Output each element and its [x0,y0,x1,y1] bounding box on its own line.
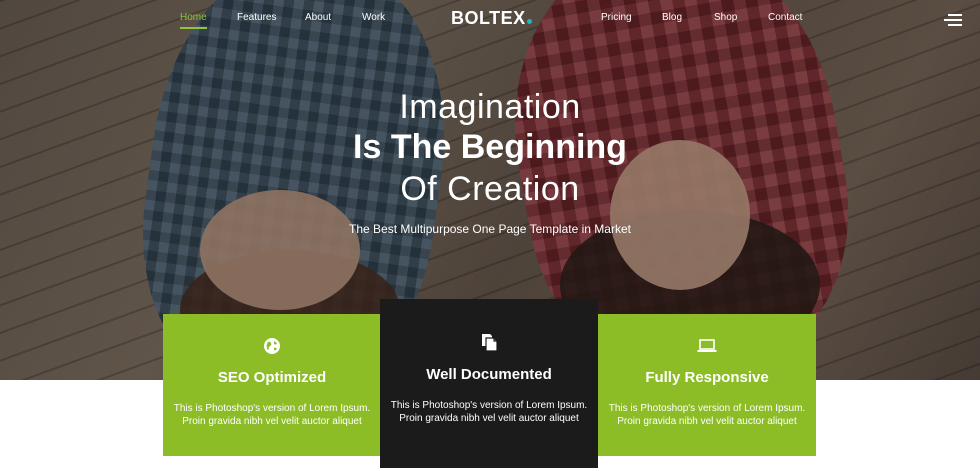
brand-dot-icon [526,19,532,24]
feature-card-seo: SEO Optimized This is Photoshop's versio… [163,314,381,456]
nav-link-blog[interactable]: Blog [662,12,682,23]
nav-link-about[interactable]: About [305,12,331,23]
hero-heading-line-1: Imagination [399,88,581,126]
hero-heading-line-2: Is The Beginning [353,128,627,166]
hero-heading-line-3: Of Creation [400,170,580,208]
laptop-icon [598,338,816,354]
hamburger-icon[interactable] [944,14,962,26]
nav-link-contact[interactable]: Contact [768,12,802,23]
nav-link-work[interactable]: Work [362,12,385,23]
feature-title: SEO Optimized [217,369,327,386]
feature-description: This is Photoshop's version of Lorem Ips… [173,403,371,427]
feature-description: This is Photoshop's version of Lorem Ips… [608,403,806,427]
nav-link-pricing[interactable]: Pricing [601,12,632,23]
nav-link-home[interactable]: Home [180,12,207,29]
feature-card-responsive: Fully Responsive This is Photoshop's ver… [598,314,816,456]
hero-tagline: The Best Multipurpose One Page Template … [349,222,631,236]
documents-icon [380,332,598,352]
feature-title: Fully Responsive [645,369,769,386]
top-navigation: Home Features About Work BOLTEX Pricing … [0,0,980,38]
feature-description: This is Photoshop's version of Lorem Ips… [390,400,588,424]
nav-link-features[interactable]: Features [237,12,276,23]
globe-icon [163,337,381,355]
brand-name: BOLTEX [451,8,526,28]
feature-title: Well Documented [426,366,552,383]
nav-link-shop[interactable]: Shop [714,12,737,23]
feature-card-documented: Well Documented This is Photoshop's vers… [380,299,598,468]
brand-logo[interactable]: BOLTEX [451,8,532,29]
